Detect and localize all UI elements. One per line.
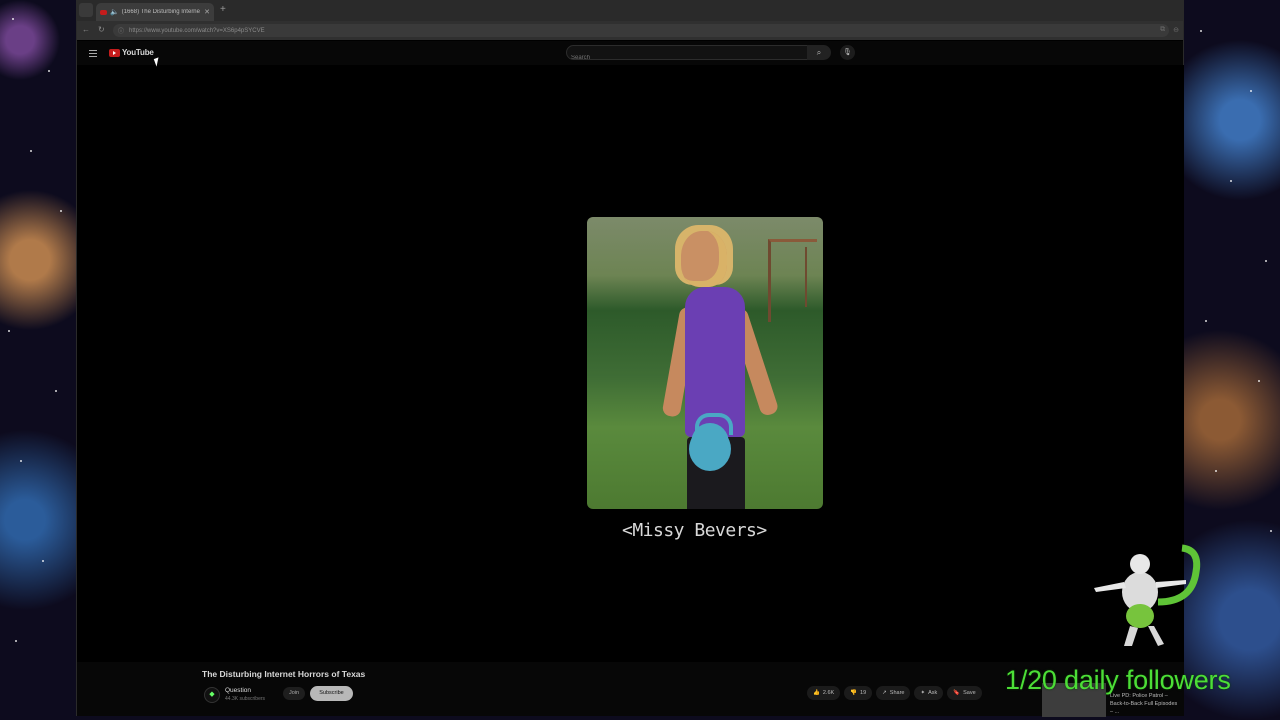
channel-subscribers: 44.3K subscribers xyxy=(225,696,266,702)
channel-avatar[interactable]: ◆ xyxy=(204,687,220,703)
youtube-logo-text: YouTube xyxy=(122,48,154,57)
mewtwo-sprite xyxy=(1094,544,1201,646)
followers-overlay: 1/20 daily followers xyxy=(1005,665,1231,695)
address-bar-actions: ⧉ ⊖ xyxy=(1160,26,1179,34)
search-input[interactable] xyxy=(567,50,793,66)
dislike-count: 19 xyxy=(860,690,867,696)
youtube-favicon-icon xyxy=(100,9,107,15)
youtube-logo[interactable]: YouTube xyxy=(109,48,154,57)
ask-label: Ask xyxy=(928,690,938,696)
like-count: 2.6K xyxy=(822,690,835,696)
tab-title: (1668) The Disturbing Interne xyxy=(121,9,200,15)
share-label: Share xyxy=(889,690,905,696)
bookmark-icon: 🔖 xyxy=(953,690,961,696)
kettlebell xyxy=(689,427,731,471)
save-button[interactable]: 🔖 Save xyxy=(947,686,982,700)
video-player[interactable]: <Missy Bevers> xyxy=(77,65,1184,662)
youtube-header: YouTube ⌕ 🎙 xyxy=(77,41,1183,66)
tab-youtube[interactable]: 🔈 (1668) The Disturbing Interne ✕ xyxy=(96,3,214,21)
url-field[interactable]: ⓘ https://www.youtube.com/watch?v=XS6p4p… xyxy=(113,24,1169,37)
browser-window: 🔈 (1668) The Disturbing Interne ✕ + ← ↻ … xyxy=(76,0,1184,717)
channel-name[interactable]: Question xyxy=(225,687,251,694)
refresh-icon[interactable]: ↻ xyxy=(98,25,105,34)
video-photo xyxy=(587,217,823,509)
back-icon[interactable]: ← xyxy=(82,25,90,34)
address-bar: ← ↻ ⓘ https://www.youtube.com/watch?v=XS… xyxy=(77,21,1183,40)
dislike-button[interactable]: 👎 19 xyxy=(844,686,873,700)
share-button[interactable]: ↗ Share xyxy=(876,686,911,700)
subscribe-button[interactable]: Subscribe xyxy=(310,686,353,701)
new-tab-button[interactable]: + xyxy=(220,4,226,16)
like-button[interactable]: 👍 2.6K xyxy=(807,686,841,700)
playground-post xyxy=(805,247,807,307)
speaker-icon[interactable]: 🔈 xyxy=(110,8,119,16)
search-box xyxy=(566,45,810,66)
youtube-play-icon xyxy=(109,48,120,57)
tab-bar: 🔈 (1668) The Disturbing Interne ✕ + xyxy=(77,1,1183,21)
microphone-icon[interactable]: 🎙 xyxy=(840,45,855,60)
menu-icon[interactable] xyxy=(89,50,97,59)
share-icon: ↗ xyxy=(882,690,887,696)
zoom-icon[interactable]: ⊖ xyxy=(1173,26,1179,34)
video-caption: <Missy Bevers> xyxy=(622,520,767,541)
tab-actions-button[interactable] xyxy=(79,3,93,17)
save-label: Save xyxy=(963,690,976,696)
sparkle-icon: ✦ xyxy=(920,690,926,696)
search-icon[interactable]: ⌕ xyxy=(807,45,831,60)
thumbs-up-icon: 👍 xyxy=(813,690,820,696)
site-info-icon[interactable]: ⓘ xyxy=(118,26,124,35)
close-tab-icon[interactable]: ✕ xyxy=(204,8,210,16)
woman-face xyxy=(681,231,727,287)
install-app-icon[interactable]: ⧉ xyxy=(1160,26,1165,34)
join-button[interactable]: Join xyxy=(283,687,305,700)
playground-structure xyxy=(768,239,817,322)
url-text: https://www.youtube.com/watch?v=XS6p4pSY… xyxy=(129,27,265,34)
ask-button[interactable]: ✦ Ask xyxy=(914,686,944,700)
video-title: The Disturbing Internet Horrors of Texas xyxy=(202,669,366,679)
video-actions: 👍 2.6K 👎 19 ↗ Share ✦ Ask 🔖 Save xyxy=(807,686,982,700)
thumbs-down-icon: 👎 xyxy=(850,690,858,696)
